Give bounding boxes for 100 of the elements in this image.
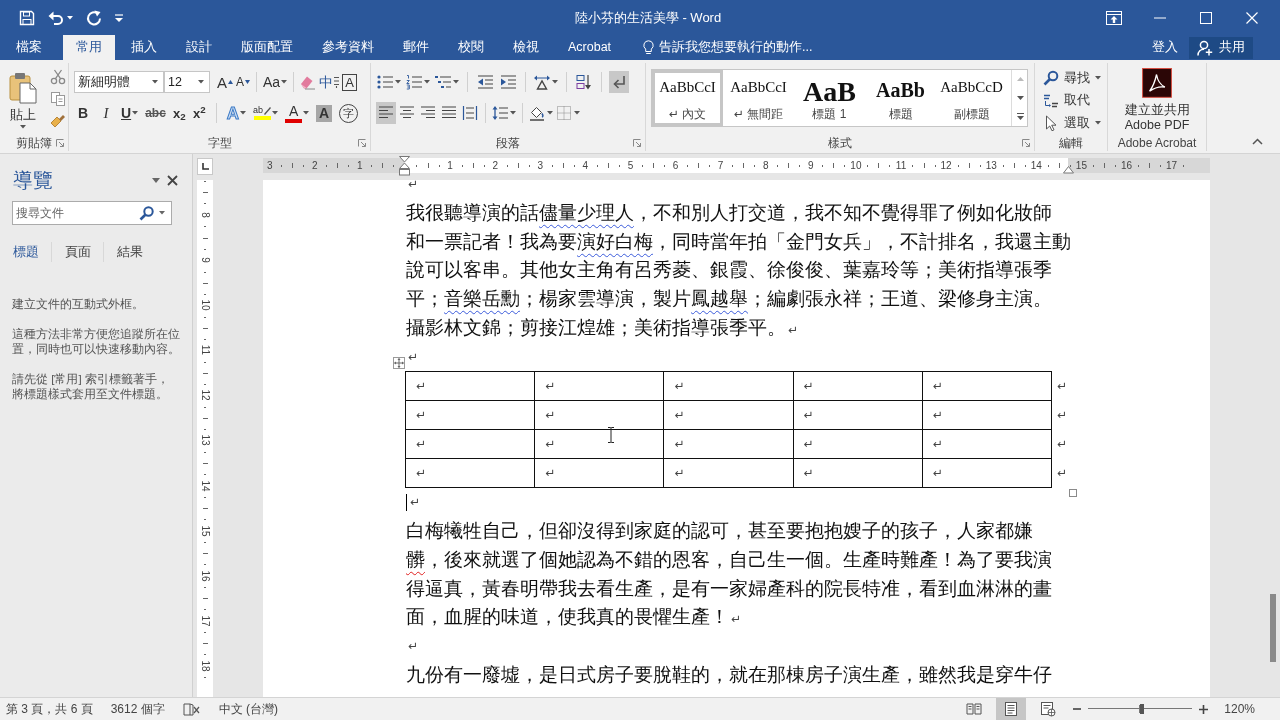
caret-icon [510, 111, 516, 115]
search-options-button[interactable] [159, 211, 165, 215]
dialog-launcher-icon [1022, 139, 1030, 147]
bold-button[interactable]: B [74, 102, 92, 124]
proofing-button[interactable] [182, 702, 201, 716]
table-cell: ↵ [922, 371, 1052, 401]
help-text: 請先從 [常用] 索引標籤著手，將標題樣式套用至文件標題。 [12, 372, 170, 402]
superscript-button[interactable]: x$^{2}$ [191, 102, 207, 124]
subscript-button[interactable]: x$_{2}$ [171, 102, 187, 124]
caret-icon [159, 211, 165, 215]
zoom-slider[interactable] [1088, 704, 1193, 714]
ribbon-tab[interactable]: 常用 [63, 35, 115, 60]
ribbon-tab[interactable]: 檢視 [500, 35, 552, 60]
ruler-number: 18 [200, 660, 210, 672]
ruler-number: 1 [357, 159, 363, 173]
font-size-dropdown[interactable]: 12 [164, 71, 210, 93]
ribbon-tab[interactable]: 設計 [173, 35, 225, 60]
change-case-button[interactable]: Aa [262, 71, 289, 93]
pane-tab[interactable]: 標題 [12, 245, 51, 259]
dialog-launcher-icon [633, 139, 641, 147]
ribbon-tab[interactable]: 郵件 [390, 35, 442, 60]
table-cell: ↵ [405, 458, 535, 488]
ruler-number: 10 [200, 299, 210, 311]
style-item[interactable]: AaBb 標題 [865, 70, 936, 126]
underline-button[interactable]: U [120, 102, 140, 124]
style-item[interactable]: AaBbCcD 副標題 [936, 70, 1007, 126]
pane-tab[interactable]: 結果 [116, 245, 155, 259]
ruler-number: 17 [1166, 159, 1178, 173]
help-text: 建立文件的互動式外框。 [12, 297, 145, 312]
sign-in-link[interactable]: 登入 [1152, 41, 1178, 54]
print-layout-button[interactable] [996, 698, 1027, 720]
table-resize-handle[interactable] [1069, 489, 1077, 498]
align-left-button[interactable] [376, 102, 396, 124]
ruler-number: 3 [537, 159, 544, 173]
strikethrough-button[interactable]: abc [144, 102, 167, 124]
language-indicator[interactable]: 中文 (台灣) [218, 703, 279, 715]
close-pane-button[interactable] [164, 172, 180, 188]
table-cell: ↵ [663, 429, 794, 459]
word-count[interactable]: 3612 個字 [110, 703, 165, 715]
font-name-dropdown[interactable]: 新細明體 [74, 71, 164, 93]
select-button[interactable]: 選取 [1043, 112, 1101, 134]
table-cell: ↵ [534, 458, 664, 488]
dialog-launcher-button[interactable] [1021, 138, 1031, 148]
ribbon-tab[interactable]: 插入 [118, 35, 170, 60]
shrink-font-button[interactable]: A [235, 71, 252, 93]
dialog-launcher-button[interactable] [55, 138, 65, 148]
decrease-indent-icon [477, 74, 493, 90]
find-button[interactable]: 尋找 [1043, 67, 1101, 89]
double-arrow-icon [534, 74, 550, 90]
ruler-number: 12 [940, 159, 952, 173]
style-item[interactable]: AaBbCcI ↵ 內文 [652, 70, 723, 126]
sort-icon [576, 74, 592, 90]
ribbon-tab[interactable]: 版面配置 [228, 35, 306, 60]
style-item[interactable]: AaB 標題 1 [794, 70, 865, 126]
share-button[interactable]: 共用 [1189, 36, 1253, 59]
zoom-slider-thumb[interactable] [1140, 704, 1145, 714]
dialog-launcher-button[interactable] [357, 138, 367, 148]
ribbon-tab[interactable]: 校閱 [445, 35, 497, 60]
search-input[interactable]: 搜尋文件 [16, 204, 134, 222]
search-box[interactable]: 搜尋文件 [12, 201, 172, 225]
show-formatting-marks-button[interactable] [609, 71, 629, 93]
ribbon-tab[interactable]: 檔案 [3, 35, 55, 60]
highlight-button[interactable]: ab [252, 102, 280, 124]
row-end-mark: ↵ [1051, 400, 1068, 430]
table-move-handle[interactable] [393, 357, 405, 370]
italic-button[interactable]: I [97, 102, 115, 124]
ribbon-tab[interactable]: Acrobat [555, 35, 625, 60]
group-label: 段落 [496, 135, 520, 152]
replace-button[interactable]: 取代 [1043, 89, 1101, 112]
dialog-launcher-button[interactable] [632, 138, 642, 148]
ruler-number: 2 [492, 159, 498, 173]
scrollbar-thumb[interactable] [1269, 594, 1276, 662]
table-cell: ↵ [793, 371, 923, 401]
grow-font-button[interactable]: A [216, 71, 234, 93]
search-icon [139, 205, 154, 221]
character-shading-button[interactable]: A [315, 102, 334, 124]
zoom-in-button[interactable] [1196, 702, 1211, 716]
tab-selector-button[interactable] [197, 158, 213, 175]
phonetic-guide-button[interactable]: 中 [318, 71, 341, 93]
window-title: 陸小芬的生活美學 - Word [573, 8, 722, 27]
ribbon-tab[interactable]: 參考資料 [309, 35, 387, 60]
style-item[interactable]: AaBbCcI ↵ 無間距 [723, 70, 794, 126]
font-color-button[interactable]: A [284, 102, 311, 124]
zoom-level[interactable]: 120% [1224, 703, 1255, 715]
clipboard-icon [8, 71, 37, 104]
ruler-number: 9 [200, 257, 210, 263]
caret-icon [67, 15, 73, 20]
caret-icon [453, 80, 459, 84]
tell-me-field[interactable]: 告訴我您想要執行的動作... [659, 38, 840, 57]
minus-icon [1073, 708, 1082, 710]
caret-icon [198, 80, 204, 84]
page-count[interactable]: 第 3 頁，共 6 頁 [6, 703, 93, 715]
search-button[interactable] [139, 205, 154, 221]
ribbon-display-icon [1106, 10, 1122, 25]
create-pdf-button[interactable]: 建立並共用 Adobe PDF [1124, 68, 1190, 134]
paste-button[interactable]: 貼上 [5, 65, 40, 135]
character-border-button[interactable]: A [341, 71, 358, 93]
tab-stop-icon [201, 163, 209, 170]
redo-icon [86, 9, 102, 26]
pane-tab[interactable]: 頁面 [64, 245, 103, 259]
